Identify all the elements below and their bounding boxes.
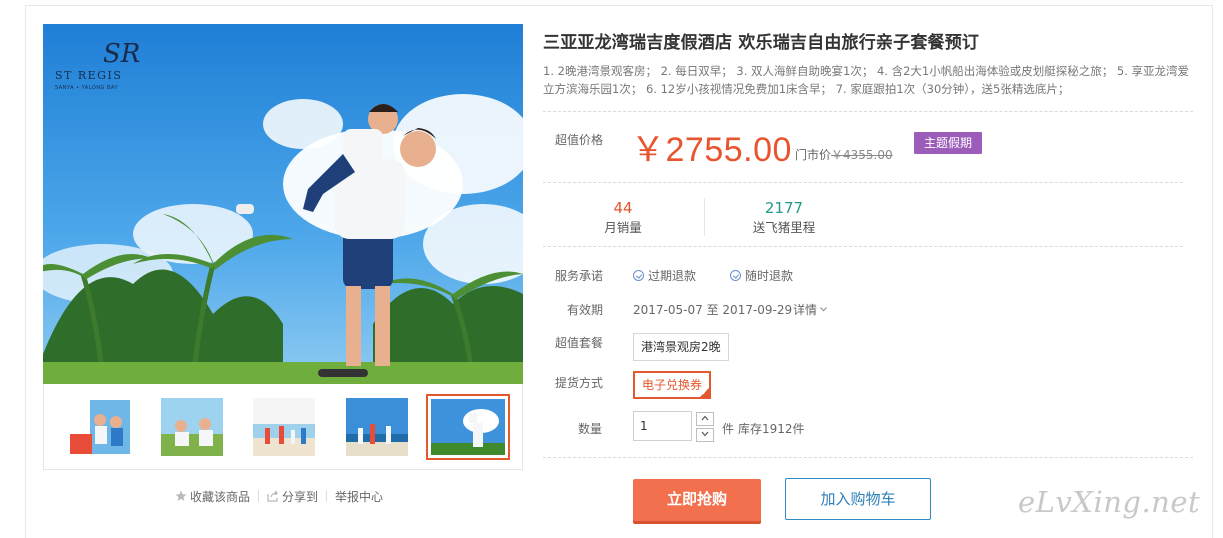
- hotel-logo-subtext: SANYA • YALONG BAY: [55, 85, 118, 91]
- watermark: eLvXing.net: [1018, 485, 1201, 519]
- details-link-text: 详情: [793, 303, 818, 317]
- stock-count: 库存1912件: [738, 422, 805, 436]
- delivery-option-text: 电子兑换券: [642, 378, 703, 392]
- check-shield-icon: [633, 270, 644, 281]
- favorite-label: 收藏该商品: [190, 489, 251, 504]
- divider: [258, 490, 260, 502]
- buy-now-button[interactable]: 立即抢购: [633, 479, 761, 521]
- monthly-sales-value: 44: [613, 199, 633, 217]
- share-link[interactable]: 分享到: [267, 488, 318, 505]
- main-product-photo[interactable]: SR ST REGIS SANYA • YALONG BAY: [43, 24, 523, 384]
- delivery-label: 提货方式: [555, 376, 604, 390]
- thumbnail-2[interactable]: [161, 398, 223, 456]
- sale-price: ￥2755.00: [631, 131, 792, 169]
- star-icon: [175, 490, 187, 501]
- theme-holiday-badge[interactable]: 主题假期: [914, 132, 982, 154]
- share-icon: [267, 490, 279, 502]
- validity-to: 至: [706, 303, 719, 317]
- divider: [543, 182, 1183, 183]
- divider: [543, 457, 1193, 458]
- product-description: 1. 2晚港湾景观客房； 2. 每日双早； 3. 双人海鲜自助晚宴1次； 4. …: [543, 64, 1190, 96]
- check-shield-icon: [730, 270, 741, 281]
- market-price: 门市价￥4355.00: [795, 146, 893, 163]
- validity-range: 2017-05-07 至 2017-09-29: [633, 301, 792, 318]
- add-to-cart-button[interactable]: 加入购物车: [785, 478, 931, 520]
- miles-stat: 2177 送飞猪里程: [748, 199, 820, 237]
- divider: [326, 490, 328, 502]
- monthly-sales-label: 月销量: [604, 220, 642, 235]
- report-link[interactable]: 举报中心: [335, 488, 383, 505]
- service-expired-refund-text: 过期退款: [648, 269, 697, 283]
- product-title: 三亚亚龙湾瑞吉度假酒店 欢乐瑞吉自由旅行亲子套餐预订: [543, 33, 980, 53]
- gallery-actions: 收藏该商品 分享到 举报中心: [175, 487, 383, 505]
- thumbnail-5-selected[interactable]: [426, 394, 510, 460]
- monthly-sales-stat: 44 月销量: [598, 199, 648, 237]
- thumbnail-1[interactable]: [68, 398, 130, 456]
- miles-value: 2177: [764, 199, 804, 217]
- validity-label: 有效期: [567, 303, 604, 317]
- thumbnail-4[interactable]: [346, 398, 408, 456]
- photo-illustration: SR ST REGIS SANYA • YALONG BAY: [43, 24, 523, 384]
- quantity-label: 数量: [578, 422, 603, 436]
- check-icon: ✓: [701, 388, 709, 397]
- quantity-increase-button[interactable]: [696, 412, 714, 426]
- service-anytime-refund-text: 随时退款: [745, 269, 794, 283]
- favorite-link[interactable]: 收藏该商品: [175, 488, 250, 505]
- quantity-decrease-button[interactable]: [696, 428, 714, 442]
- package-label: 超值套餐: [555, 336, 604, 350]
- validity-start: 2017-05-07: [633, 303, 703, 317]
- validity-end: 2017-09-29: [722, 303, 793, 317]
- service-expired-refund: 过期退款: [633, 267, 696, 284]
- details-link[interactable]: 详情: [793, 301, 827, 318]
- chevron-down-icon: [701, 431, 709, 437]
- svg-text:SR: SR: [103, 39, 140, 69]
- divider: [543, 111, 1193, 112]
- service-label: 服务承诺: [555, 269, 604, 283]
- quantity-input[interactable]: 1: [633, 411, 692, 441]
- delivery-option-evoucher[interactable]: 电子兑换券 ✓: [633, 371, 712, 399]
- thumbnail-strip: [43, 384, 523, 470]
- package-option-harbor-view[interactable]: 港湾景观房2晚: [633, 333, 729, 361]
- share-label: 分享到: [282, 489, 319, 504]
- market-price-value: ￥4355.00: [831, 148, 893, 162]
- report-label: 举报中心: [335, 489, 384, 504]
- market-price-label: 门市价: [795, 148, 832, 162]
- price-label: 超值价格: [555, 133, 604, 147]
- quantity-unit: 件: [722, 422, 735, 436]
- chevron-up-icon: [701, 415, 709, 421]
- service-anytime-refund: 随时退款: [730, 267, 793, 284]
- hotel-logo-text: ST REGIS: [55, 69, 122, 82]
- thumbnail-3[interactable]: [253, 398, 315, 456]
- stats-divider: [704, 198, 705, 236]
- chevron-down-icon: [820, 307, 827, 312]
- miles-label: 送飞猪里程: [752, 220, 816, 235]
- divider: [543, 246, 1183, 247]
